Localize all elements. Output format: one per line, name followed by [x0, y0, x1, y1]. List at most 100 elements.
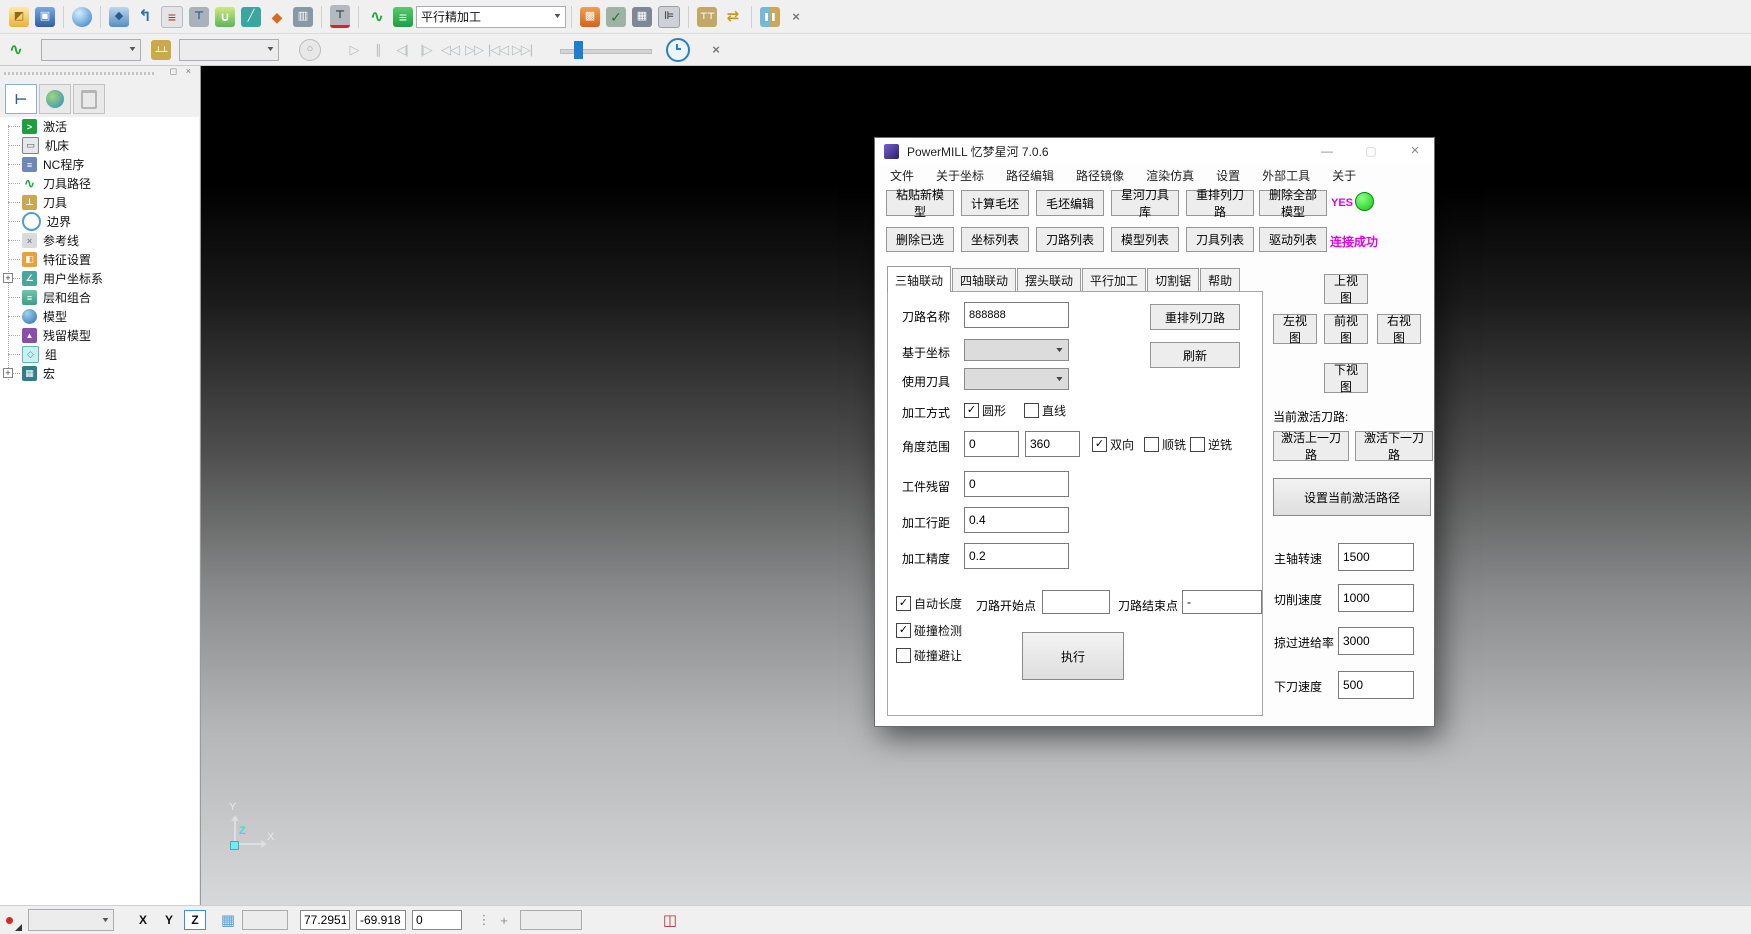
based-coord-select[interactable]: ▼ — [964, 339, 1069, 361]
axis-y-button[interactable]: Y — [158, 910, 180, 930]
panel-grip[interactable]: ◻ × — [0, 68, 199, 78]
menu-file[interactable]: 文件 — [879, 167, 925, 184]
plunge-feed-input[interactable] — [1338, 671, 1414, 699]
sim-toolbar-close-icon[interactable] — [706, 40, 726, 60]
calculator-icon[interactable] — [632, 7, 652, 27]
tree-item-models[interactable]: 模型 — [0, 307, 199, 326]
tree-item-patterns[interactable]: 参考线 — [0, 231, 199, 250]
stepover-input[interactable] — [964, 507, 1069, 533]
open-icon[interactable] — [9, 7, 29, 27]
tab-recycle-bin[interactable] — [73, 84, 105, 114]
collision-avoid-checkbox[interactable]: 碰撞避让 — [896, 647, 962, 664]
panel-close-icon[interactable]: × — [186, 66, 191, 76]
view-left-button[interactable]: 左视图 — [1273, 314, 1317, 344]
tool-ball-icon[interactable] — [189, 7, 209, 27]
menu-path-mirror[interactable]: 路径镜像 — [1065, 167, 1135, 184]
tree-item-feature-sets[interactable]: 特征设置 — [0, 250, 199, 269]
tool-check-icon[interactable] — [606, 7, 626, 27]
cutting-feed-input[interactable] — [1338, 584, 1414, 612]
tool-list-button[interactable]: 刀具列表 — [1186, 227, 1254, 252]
print-sphere-icon[interactable] — [72, 7, 92, 27]
tab-globe[interactable] — [39, 84, 71, 114]
coordinate-x-field[interactable] — [300, 910, 350, 930]
go-to-end-button[interactable]: ▷▷| — [510, 39, 534, 61]
xyz-list-icon[interactable]: ⋮ — [474, 912, 494, 928]
both-direction-checkbox[interactable]: ✓ 双向 — [1092, 436, 1134, 453]
execute-button[interactable]: 执行 — [1022, 632, 1124, 680]
delete-all-models-button[interactable]: 删除全部模型 — [1259, 190, 1327, 216]
axis-z-button[interactable]: Z — [184, 910, 206, 930]
conventional-mill-checkbox[interactable]: 逆铣 — [1190, 436, 1232, 453]
tree-item-activate[interactable]: 激活 — [0, 117, 199, 136]
line-checkbox[interactable]: 直线 — [1024, 402, 1066, 419]
play-button[interactable]: ▷ — [342, 39, 366, 61]
rearrange-button[interactable]: 重排列刀路 — [1150, 304, 1240, 330]
feature-set-icon[interactable] — [267, 7, 287, 27]
delete-selected-button[interactable]: 删除已选 — [886, 227, 954, 252]
tool-pair-icon[interactable] — [697, 7, 717, 27]
angle-to-input[interactable] — [1025, 431, 1080, 457]
coordinate-z-field[interactable] — [412, 910, 462, 930]
collision-check-checkbox[interactable]: ✓ 碰撞检测 — [896, 622, 962, 639]
tree-item-groups[interactable]: 组 — [0, 345, 199, 364]
expander-icon[interactable]: + — [3, 368, 13, 378]
strategy-combobox[interactable]: 平行精加工 ▼ — [416, 6, 566, 28]
status-empty-field-2[interactable] — [520, 910, 582, 930]
calc-stock-button[interactable]: 计算毛坯 — [961, 190, 1029, 216]
tree-item-workplanes[interactable]: + 用户坐标系 — [0, 269, 199, 288]
tree-item-macros[interactable]: + 宏 — [0, 364, 199, 383]
paste-new-model-button[interactable]: 粘贴新模型 — [886, 190, 954, 216]
tool-arc-icon[interactable] — [330, 5, 350, 28]
model-cube-icon[interactable] — [109, 7, 129, 27]
view-right-button[interactable]: 右视图 — [1377, 314, 1421, 344]
sim-toolpath-combobox[interactable]: ▼ — [41, 39, 141, 61]
tree-item-toolpaths[interactable]: 刀具路径 — [0, 174, 199, 193]
jog-compass-icon[interactable]: + — [494, 913, 514, 928]
statusbar-combobox[interactable]: ▼ — [28, 909, 114, 931]
view-top-button[interactable]: 上视图 — [1324, 274, 1368, 304]
activate-next-path-button[interactable]: 激活下一刀路 — [1355, 431, 1433, 461]
tab-swivel-head[interactable]: 摆头联动 — [1017, 268, 1081, 292]
pattern-pencil-icon[interactable] — [241, 7, 261, 27]
coord-list-button[interactable]: 坐标列表 — [961, 227, 1029, 252]
menu-path-edit[interactable]: 路径编辑 — [995, 167, 1065, 184]
circle-checkbox[interactable]: ✓ 圆形 — [964, 402, 1006, 419]
simulation-speed-slider[interactable] — [560, 40, 652, 60]
model-list-button[interactable]: 模型列表 — [1111, 227, 1179, 252]
end-point-input[interactable] — [1182, 590, 1262, 614]
view-front-button[interactable]: 前视图 — [1324, 314, 1368, 344]
tree-item-stock-models[interactable]: 残留模型 — [0, 326, 199, 345]
axis-x-button[interactable]: X — [132, 910, 154, 930]
edit-stock-button[interactable]: 毛坯编辑 — [1036, 190, 1104, 216]
coordinate-y-field[interactable] — [356, 910, 406, 930]
toolpath-icon[interactable] — [6, 40, 26, 60]
swap-arrows-icon[interactable] — [723, 7, 743, 27]
tree-item-boundaries[interactable]: 边界 — [0, 212, 199, 231]
set-active-path-button[interactable]: 设置当前激活路径 — [1273, 478, 1431, 516]
dialog-titlebar[interactable]: PowerMILL 忆梦星河 7.0.6 — [875, 138, 1434, 164]
clock-icon[interactable] — [666, 38, 690, 62]
maximize-button[interactable]: ▢ — [1355, 138, 1387, 163]
star-toolbox-icon[interactable] — [580, 7, 600, 27]
cube-pair-icon[interactable] — [760, 7, 780, 27]
toolbar-close-icon[interactable] — [786, 7, 806, 27]
angle-from-input[interactable] — [964, 431, 1019, 457]
pause-button[interactable]: ∥ — [366, 39, 390, 61]
tolerance-input[interactable] — [964, 543, 1069, 569]
menu-settings[interactable]: 设置 — [1205, 167, 1251, 184]
stock-remaining-input[interactable] — [964, 471, 1069, 497]
rewind-button[interactable]: ◁◁ — [438, 39, 462, 61]
fast-forward-button[interactable]: ▷▷ — [462, 39, 486, 61]
tree-item-levels-sets[interactable]: 层和组合 — [0, 288, 199, 307]
menu-external-tools[interactable]: 外部工具 — [1251, 167, 1321, 184]
slider-handle[interactable] — [574, 41, 583, 59]
float-panel-icon[interactable]: ◻ — [170, 66, 177, 77]
tree-item-machine[interactable]: 机床 — [0, 136, 199, 155]
save-icon[interactable] — [35, 7, 55, 27]
tree-item-tools[interactable]: 刀具 — [0, 193, 199, 212]
expander-icon[interactable]: + — [3, 273, 13, 283]
drive-list-button[interactable]: 驱动列表 — [1259, 227, 1327, 252]
light-bulb-icon[interactable] — [299, 39, 321, 61]
tree-item-nc-program[interactable]: NC程序 — [0, 155, 199, 174]
tab-parallel[interactable]: 平行加工 — [1082, 268, 1146, 292]
